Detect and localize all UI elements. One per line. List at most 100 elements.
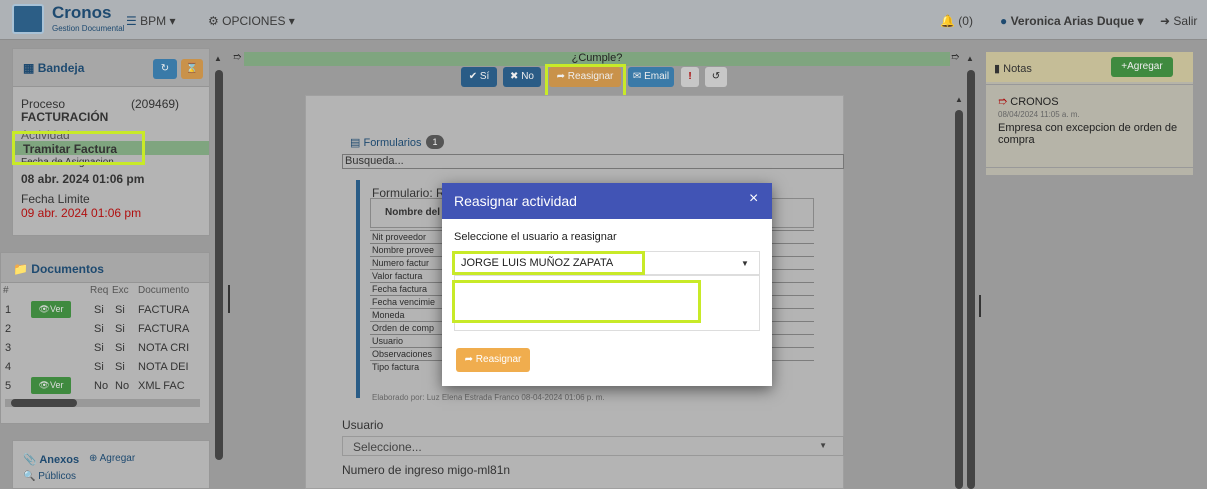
email-button[interactable]: ✉ Email bbox=[628, 67, 674, 87]
form-col-header: Nombre del bbox=[385, 207, 441, 218]
row-req: No bbox=[94, 380, 109, 392]
no-button[interactable]: ✖ No bbox=[503, 67, 541, 87]
center-scroll-up-icon[interactable]: ▲ bbox=[955, 95, 963, 104]
alert-label: ! bbox=[688, 71, 692, 82]
row-exc: Si bbox=[115, 304, 125, 316]
right-scroll-up-icon[interactable]: ▲ bbox=[966, 54, 974, 63]
notas-agregar-button[interactable]: +Agregar bbox=[1111, 57, 1173, 77]
row-documento: FACTURA bbox=[138, 323, 190, 335]
app-name: Cronos bbox=[52, 3, 112, 22]
logout-button[interactable]: ➜ Salir bbox=[1160, 14, 1197, 28]
search-icon: 🔍 bbox=[23, 471, 36, 482]
reasignar-submit-button[interactable]: ➦ Reasignar bbox=[456, 348, 530, 372]
search-placeholder: Busqueda... bbox=[345, 155, 404, 167]
formularios-tab[interactable]: ▤ Formularios 1 bbox=[350, 135, 444, 149]
anexos-panel: 📎 Anexos ⊕ Agregar 🔍 Públicos bbox=[12, 440, 210, 489]
opciones-menu[interactable]: ⚙ OPCIONES ▾ bbox=[208, 14, 295, 28]
refresh-button[interactable]: ↻ bbox=[153, 59, 177, 79]
row-exc: Si bbox=[115, 361, 125, 373]
si-button[interactable]: ✔ Sí bbox=[461, 67, 497, 87]
notas-agregar-label: Agregar bbox=[1127, 61, 1163, 72]
reasignar-highlight bbox=[545, 64, 626, 99]
row-num: 4 bbox=[5, 361, 12, 373]
row-req: Si bbox=[94, 361, 104, 373]
hscroll-thumb[interactable] bbox=[11, 399, 77, 407]
hourglass-icon: ⌛ bbox=[185, 63, 199, 74]
right-vscroll-thumb[interactable] bbox=[967, 70, 975, 489]
top-navbar: Cronos Gestion Documental ☰ BPM ▾ ⚙ OPCI… bbox=[0, 0, 1207, 40]
numero-ingreso-label: Numero de ingreso migo-ml81n bbox=[342, 463, 511, 477]
left-scroll-up-icon[interactable]: ▲ bbox=[214, 54, 222, 63]
times-circle-icon: ✖ bbox=[510, 71, 519, 82]
paperclip-icon: 📎 bbox=[23, 454, 37, 466]
close-icon: × bbox=[749, 190, 759, 207]
note-author: ➱ CRONOS bbox=[998, 95, 1059, 108]
row-req: Si bbox=[94, 342, 104, 354]
usuario-select[interactable]: Seleccione... ▼ bbox=[342, 436, 844, 456]
row-documento: NOTA DEI bbox=[138, 361, 189, 373]
caret-down-icon: ▼ bbox=[819, 441, 827, 450]
anexos-agregar-button[interactable]: ⊕ Agregar bbox=[89, 453, 135, 464]
bandeja-header: ▦ Bandeja ↻ ⌛ bbox=[13, 49, 209, 87]
cumple-label: ¿Cumple? bbox=[571, 52, 623, 64]
right-splitter[interactable] bbox=[979, 295, 981, 317]
eye-icon: 👁 bbox=[38, 380, 50, 390]
select-caret-icon: ▼ bbox=[741, 259, 749, 268]
row-exc: No bbox=[115, 380, 130, 392]
publicos-link[interactable]: 🔍 Públicos bbox=[23, 471, 76, 482]
bpm-menu-label: BPM bbox=[140, 14, 167, 28]
ver-label: Ver bbox=[49, 304, 64, 314]
modal-close-button[interactable]: × bbox=[749, 190, 758, 208]
logout-label: Salir bbox=[1173, 14, 1198, 28]
usuario-select-value: Seleccione... bbox=[353, 440, 422, 454]
fecha-asignacion-value: 08 abr. 2024 01:06 pm bbox=[21, 172, 145, 186]
table-icon: ▤ bbox=[350, 137, 361, 149]
app-subtitle: Gestion Documental bbox=[52, 24, 125, 33]
grid-icon: ▦ bbox=[23, 61, 35, 75]
proceso-name: FACTURACIÓN bbox=[21, 110, 109, 124]
modal-header: Reasignar actividad × bbox=[442, 183, 772, 219]
ver-button[interactable]: 👁Ver bbox=[31, 377, 71, 394]
user-icon: ● bbox=[1000, 14, 1008, 28]
documentos-table-header: # Req Exc Documento bbox=[1, 285, 209, 299]
note-divider-bottom bbox=[986, 167, 1193, 168]
col-exc: Exc bbox=[112, 285, 129, 296]
sitemap-icon: ☰ bbox=[126, 14, 137, 28]
bandeja-title: ▦ Bandeja bbox=[23, 61, 84, 75]
row-num: 5 bbox=[5, 380, 12, 392]
search-input[interactable]: Busqueda... bbox=[342, 154, 844, 169]
table-row: 4 Si Si NOTA DEI bbox=[1, 358, 209, 376]
envelope-icon: ✉ bbox=[632, 71, 642, 82]
row-num: 2 bbox=[5, 323, 12, 335]
anexos-agregar-label: Agregar bbox=[99, 453, 136, 464]
left-vscroll-thumb[interactable] bbox=[215, 70, 223, 460]
col-documento: Documento bbox=[138, 285, 190, 296]
notifications-button[interactable]: 🔔 (0) bbox=[940, 14, 973, 28]
pin-right-icon[interactable]: ➱ bbox=[951, 52, 959, 63]
fecha-limite-value: 09 abr. 2024 01:06 pm bbox=[21, 206, 142, 220]
table-row: 1 👁Ver Si Si FACTURA bbox=[1, 301, 209, 319]
undo-button[interactable]: ↺ bbox=[705, 67, 727, 87]
alert-button[interactable]: ! bbox=[681, 67, 699, 87]
user-menu[interactable]: ● Veronica Arias Duque ▾ bbox=[1000, 14, 1144, 28]
row-documento: FACTURA bbox=[138, 304, 190, 316]
center-vscroll-thumb[interactable] bbox=[955, 110, 963, 489]
ver-button[interactable]: 👁Ver bbox=[31, 301, 71, 318]
documentos-header: 📁 Documentos bbox=[1, 253, 209, 283]
notas-title: ▮ Notas bbox=[994, 62, 1032, 75]
plus-circle-icon: ⊕ bbox=[89, 453, 98, 464]
pin-left-icon[interactable]: ➱ bbox=[233, 52, 241, 63]
user-name: Veronica Arias Duque bbox=[1010, 14, 1135, 28]
app-logo[interactable] bbox=[12, 4, 44, 34]
modal-select-label: Seleccione el usuario a reasignar bbox=[454, 231, 617, 243]
documentos-title-text: Documentos bbox=[31, 262, 104, 276]
anexos-title-text: Anexos bbox=[39, 454, 80, 466]
bpm-menu[interactable]: ☰ BPM ▾ bbox=[126, 14, 175, 28]
formularios-label: Formularios bbox=[363, 137, 422, 149]
row-num: 1 bbox=[5, 304, 12, 316]
left-splitter[interactable] bbox=[228, 285, 230, 313]
email-label: Email bbox=[644, 71, 670, 82]
table-row: 3 Si Si NOTA CRI bbox=[1, 339, 209, 357]
expand-button[interactable]: ⌛ bbox=[181, 59, 203, 79]
documentos-hscroll[interactable] bbox=[5, 399, 200, 407]
